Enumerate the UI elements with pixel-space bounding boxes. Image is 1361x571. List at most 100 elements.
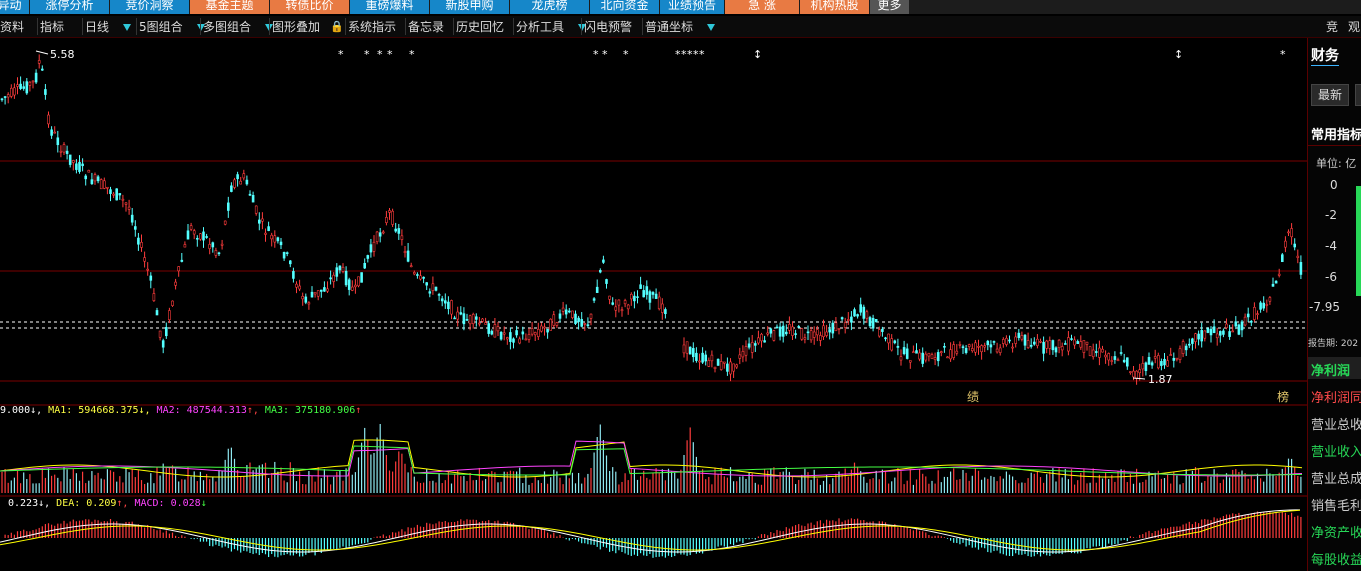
candle-body bbox=[1141, 363, 1145, 370]
metric-item-7[interactable]: 每股收益 bbox=[1311, 549, 1361, 568]
top-tab-10[interactable]: 急 涨 bbox=[725, 0, 799, 14]
candle-body bbox=[208, 244, 211, 249]
top-tab-11[interactable]: 机构热股 bbox=[800, 0, 869, 14]
toolbar-item-2[interactable]: 日线 bbox=[85, 18, 132, 36]
toolbar-item-4[interactable]: 多图组合 bbox=[203, 18, 274, 36]
candle-body bbox=[757, 337, 760, 344]
candle-body bbox=[381, 231, 385, 234]
candle-body bbox=[1036, 338, 1039, 346]
candle-body bbox=[90, 179, 94, 185]
candle-body bbox=[478, 322, 481, 325]
candle-body bbox=[487, 323, 491, 334]
candle-body bbox=[654, 293, 658, 299]
metric-item-2[interactable]: 营业总收 bbox=[1311, 414, 1361, 433]
candle-body bbox=[853, 309, 856, 317]
metric-item-3[interactable]: 营业收入 bbox=[1311, 441, 1361, 460]
candle-body bbox=[1234, 321, 1238, 327]
toolbar-item-3[interactable]: 5图组合 bbox=[139, 18, 205, 36]
metric-item-0[interactable]: 净利润 bbox=[1311, 360, 1350, 379]
kline-chart-area[interactable]: 5.581.87* * * * * * * * * * * * * ↕ ↕ *绩榜 bbox=[0, 38, 1307, 571]
toolbar-item-5[interactable]: 图形叠加 bbox=[272, 18, 320, 36]
toolbar-item-0[interactable]: 资料 bbox=[0, 18, 24, 36]
candle-body bbox=[772, 330, 776, 341]
top-tab-9[interactable]: 业绩预告 bbox=[660, 0, 724, 14]
candle-body bbox=[431, 283, 435, 291]
toolbar-item-7[interactable]: 备忘录 bbox=[408, 18, 444, 36]
candle-body bbox=[831, 322, 835, 334]
candle-body bbox=[1200, 330, 1203, 342]
top-tab-3[interactable]: 基金主题 bbox=[190, 0, 269, 14]
candle-body bbox=[989, 344, 993, 348]
candle-body bbox=[617, 299, 621, 306]
candle-body bbox=[267, 226, 270, 231]
toolbar-item-8[interactable]: 历史回忆 bbox=[456, 18, 504, 36]
candle-body bbox=[995, 348, 999, 353]
dropdown-arrow-icon[interactable] bbox=[707, 24, 716, 31]
candle-body bbox=[493, 324, 497, 338]
candle-body bbox=[1054, 347, 1058, 353]
vol-ma1: MA1: 594668.375 bbox=[48, 405, 139, 416]
candle-body bbox=[760, 333, 763, 342]
candle-body bbox=[571, 310, 574, 318]
candle-body bbox=[1259, 302, 1262, 310]
metric-item-6[interactable]: 净资产收 bbox=[1311, 522, 1361, 541]
top-tab-6[interactable]: 新股申购 bbox=[430, 0, 509, 14]
candle-body bbox=[1088, 346, 1092, 356]
candle-body bbox=[301, 295, 305, 300]
candle-body bbox=[186, 230, 190, 240]
top-tab-2[interactable]: 竞价洞察 bbox=[110, 0, 189, 14]
top-tab-8[interactable]: 北向资金 bbox=[590, 0, 659, 14]
toolbar-right-item-1[interactable]: 观 bbox=[1348, 18, 1360, 36]
metric-item-4[interactable]: 营业总成 bbox=[1311, 468, 1361, 487]
period-button[interactable] bbox=[1355, 84, 1361, 106]
toolbar-separator bbox=[453, 18, 454, 35]
candle-body bbox=[967, 344, 971, 347]
metric-item-1[interactable]: 净利润同 bbox=[1311, 387, 1361, 406]
candle-body bbox=[518, 338, 522, 344]
toolbar-item-6[interactable]: 系统指示 bbox=[348, 18, 396, 36]
y-tick-0: 0 bbox=[1330, 178, 1338, 192]
candle-body bbox=[264, 232, 267, 235]
candle-body bbox=[958, 344, 962, 346]
net-profit-bar bbox=[1356, 186, 1361, 296]
candle-body bbox=[1045, 340, 1048, 349]
candle-body bbox=[99, 179, 103, 190]
toolbar-item-11[interactable]: 普通坐标 bbox=[645, 18, 716, 36]
finance-title[interactable]: 财务 bbox=[1311, 45, 1339, 66]
candle-body bbox=[202, 231, 205, 241]
candle-body bbox=[648, 291, 652, 303]
candle-body bbox=[292, 271, 295, 279]
candle-body bbox=[118, 193, 122, 196]
candle-body bbox=[843, 322, 847, 328]
toolbar-item-10[interactable]: 闪电预警 bbox=[584, 18, 632, 36]
dropdown-arrow-icon[interactable] bbox=[123, 24, 132, 31]
candle-body bbox=[747, 343, 751, 348]
top-tab-12[interactable]: 更多 bbox=[870, 0, 909, 14]
candle-body bbox=[1163, 358, 1166, 366]
candle-body bbox=[1017, 332, 1021, 338]
candle-body bbox=[859, 304, 863, 313]
toolbar-item-1[interactable]: 指标 bbox=[40, 18, 64, 36]
top-tab-1[interactable]: 涨停分析 bbox=[30, 0, 109, 14]
top-tab-5[interactable]: 重磅爆料 bbox=[350, 0, 429, 14]
candle-body bbox=[276, 237, 280, 242]
candle-body bbox=[552, 314, 556, 326]
candle-body bbox=[1119, 352, 1123, 354]
toolbar-item-9[interactable]: 分析工具 bbox=[516, 18, 587, 36]
candle-body bbox=[974, 342, 977, 353]
metric-item-5[interactable]: 销售毛利 bbox=[1311, 495, 1361, 514]
toolbar-right-item-0[interactable]: 竞 bbox=[1326, 18, 1338, 36]
toolbar-item-label: 日线 bbox=[85, 20, 110, 34]
lock-icon[interactable]: 🔒 bbox=[330, 18, 344, 36]
candle-body bbox=[846, 319, 850, 321]
top-tab-0[interactable]: 异动 bbox=[0, 0, 29, 14]
latest-button[interactable]: 最新 bbox=[1311, 84, 1349, 106]
candle-body bbox=[558, 313, 562, 319]
top-tab-7[interactable]: 龙虎榜 bbox=[510, 0, 589, 14]
candle-body bbox=[1237, 324, 1241, 335]
top-tab-4[interactable]: 转债比价 bbox=[270, 0, 349, 14]
candle-body bbox=[695, 352, 698, 361]
candle-body bbox=[155, 310, 159, 316]
candle-body bbox=[775, 326, 779, 329]
candle-body bbox=[227, 202, 230, 211]
